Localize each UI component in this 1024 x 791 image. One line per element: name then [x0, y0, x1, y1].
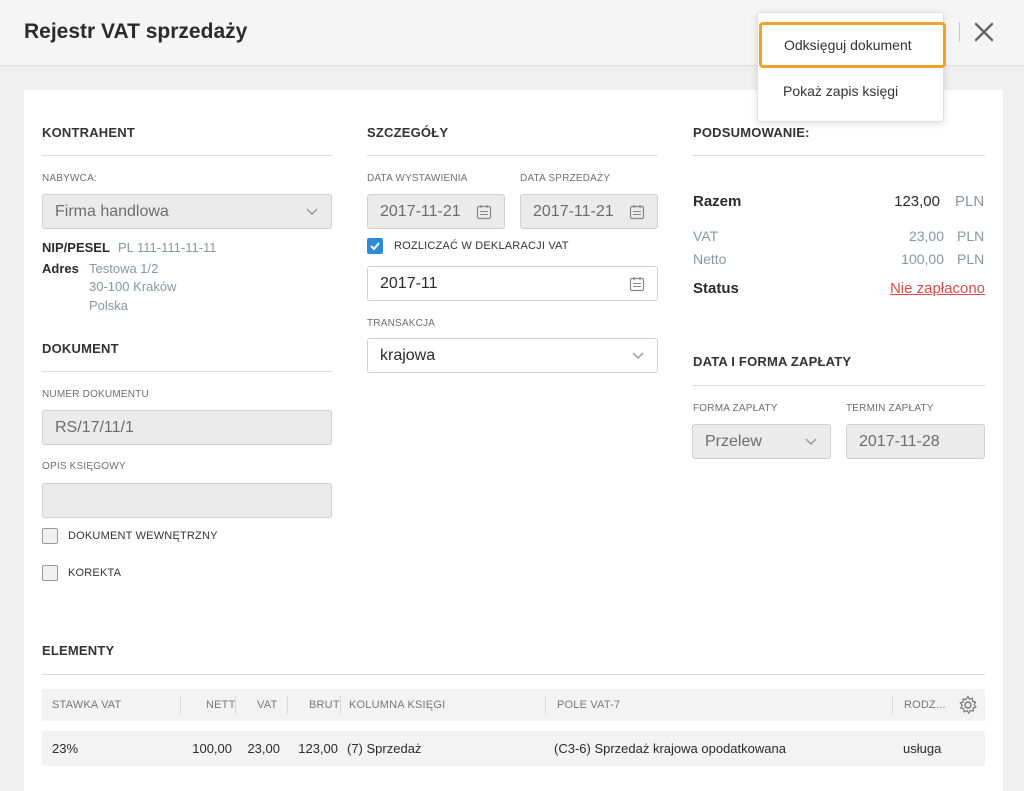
correction-checkbox[interactable]	[42, 565, 58, 581]
sale-date-label: DATA SPRZEDAŻY	[520, 173, 611, 184]
address-line-1: Testowa 1/2	[89, 261, 159, 276]
transaction-label: TRANSAKCJA	[367, 318, 436, 329]
cell-gross: 123,00	[298, 741, 338, 756]
status-link[interactable]: Nie zapłacono	[850, 280, 985, 297]
cell-net: 100,00	[192, 741, 232, 756]
issue-date-value: 2017-11-21	[380, 202, 461, 220]
section-title-kontrahent: KONTRAHENT	[42, 125, 135, 140]
chevron-down-icon	[632, 352, 644, 360]
vat-period-value: 2017-11	[380, 274, 438, 292]
vat-label: VAT	[693, 228, 719, 244]
table-row[interactable]: 23% 100,00 23,00 123,00 (7) Sprzedaż (C3…	[42, 731, 985, 766]
close-icon	[974, 22, 994, 42]
cell-type: usługa	[903, 741, 942, 756]
menu-item-unpost[interactable]: Odksięguj dokument	[759, 22, 946, 68]
chevron-down-icon	[805, 438, 817, 446]
address-line-2: 30-100 Kraków	[89, 279, 177, 294]
correction-label: KOREKTA	[68, 567, 122, 579]
column-separator	[545, 696, 546, 714]
vat-currency: PLN	[957, 228, 985, 244]
net-currency: PLN	[957, 251, 985, 267]
column-header[interactable]: KOLUMNA KSIĘGI	[349, 699, 445, 711]
divider	[42, 674, 985, 675]
divider	[693, 155, 985, 156]
net-value: 100,00	[901, 251, 944, 267]
divider	[693, 385, 985, 386]
payment-due-label: TERMIN ZAPŁATY	[846, 403, 934, 414]
section-title-dokument: DOKUMENT	[42, 341, 119, 356]
column-header[interactable]: STAWKA VAT	[52, 699, 121, 711]
vat-value: 23,00	[908, 228, 944, 244]
doc-number-label: NUMER DOKUMENTU	[42, 389, 149, 400]
sale-date-field[interactable]: 2017-11-21	[520, 194, 658, 229]
transaction-value: krajowa	[380, 346, 436, 364]
buyer-select[interactable]: Firma handlowa	[42, 194, 332, 229]
calendar-icon[interactable]	[629, 204, 645, 220]
column-header[interactable]: BRUT	[309, 699, 340, 711]
vat-period-field[interactable]: 2017-11	[367, 266, 658, 301]
internal-doc-label: DOKUMENT WEWNĘTRZNY	[68, 530, 218, 542]
doc-desc-label: OPIS KSIĘGOWY	[42, 461, 126, 472]
vat-settle-label: ROZLICZAĆ W DEKLARACJI VAT	[394, 240, 569, 252]
close-button[interactable]	[970, 18, 998, 46]
divider	[42, 155, 332, 156]
column-separator	[892, 696, 893, 714]
payment-due-value: 2017-11-28	[859, 432, 940, 450]
cell-vat7-field: (C3-6) Sprzedaż krajowa opodatkowana	[554, 741, 786, 756]
payment-form-value: Przelew	[705, 432, 762, 450]
divider	[42, 371, 332, 372]
column-separator	[287, 696, 288, 714]
gear-icon[interactable]	[958, 695, 978, 715]
column-separator	[235, 696, 236, 714]
table-header: STAWKA VAT NETT VAT BRUT KOLUMNA KSIĘGI …	[42, 689, 985, 721]
address-label: Adres	[42, 261, 79, 276]
column-separator	[180, 696, 181, 714]
payment-due-field[interactable]: 2017-11-28	[846, 424, 985, 459]
menu-item-show-ledger[interactable]: Pokaż zapis księgi	[758, 69, 945, 113]
cell-rate: 23%	[52, 741, 79, 756]
calendar-icon[interactable]	[476, 204, 492, 220]
column-header[interactable]: NETT	[206, 699, 236, 711]
column-header[interactable]: POLE VAT-7	[557, 699, 620, 711]
calendar-icon[interactable]	[629, 276, 645, 292]
total-label: Razem	[693, 193, 742, 210]
payment-form-select[interactable]: Przelew	[692, 424, 831, 459]
section-title-szczegoly: SZCZEGÓŁY	[367, 125, 449, 140]
cell-book-column: (7) Sprzedaż	[347, 741, 422, 756]
total-value: 123,00	[894, 193, 940, 210]
column-separator	[340, 696, 341, 714]
sale-date-value: 2017-11-21	[533, 202, 614, 220]
vat-settle-checkbox[interactable]	[367, 238, 383, 254]
status-label: Status	[693, 280, 739, 297]
doc-desc-field[interactable]	[42, 483, 332, 518]
buyer-label: NABYWCA:	[42, 173, 97, 184]
check-icon	[370, 242, 380, 251]
address-line-3: Polska	[89, 298, 129, 313]
internal-doc-checkbox[interactable]	[42, 528, 58, 544]
transaction-select[interactable]: krajowa	[367, 338, 658, 373]
section-title-payment: DATA I FORMA ZAPŁATY	[693, 354, 852, 369]
header-divider	[959, 22, 960, 42]
column-header[interactable]: VAT	[257, 699, 277, 711]
divider	[367, 155, 658, 156]
payment-form-label: FORMA ZAPŁATY	[693, 403, 778, 414]
actions-menu: Odksięguj dokument Pokaż zapis księgi	[757, 12, 946, 122]
doc-number-field[interactable]: RS/17/11/1	[42, 410, 332, 445]
section-title-elements: ELEMENTY	[42, 643, 115, 658]
section-title-summary: PODSUMOWANIE:	[693, 125, 810, 140]
cell-vat: 23,00	[247, 741, 280, 756]
doc-number-value: RS/17/11/1	[55, 418, 134, 436]
total-currency: PLN	[955, 193, 985, 210]
net-label: Netto	[693, 251, 727, 267]
buyer-value: Firma handlowa	[55, 202, 169, 220]
chevron-down-icon	[306, 208, 318, 216]
issue-date-label: DATA WYSTAWIENIA	[367, 173, 468, 184]
column-header[interactable]: RODZ...	[904, 699, 946, 711]
issue-date-field[interactable]: 2017-11-21	[367, 194, 505, 229]
nip-label: NIP/PESEL	[42, 240, 110, 255]
nip-value: PL 111-111-11-11	[118, 240, 217, 255]
page-title: Rejestr VAT sprzedaży	[24, 20, 248, 43]
